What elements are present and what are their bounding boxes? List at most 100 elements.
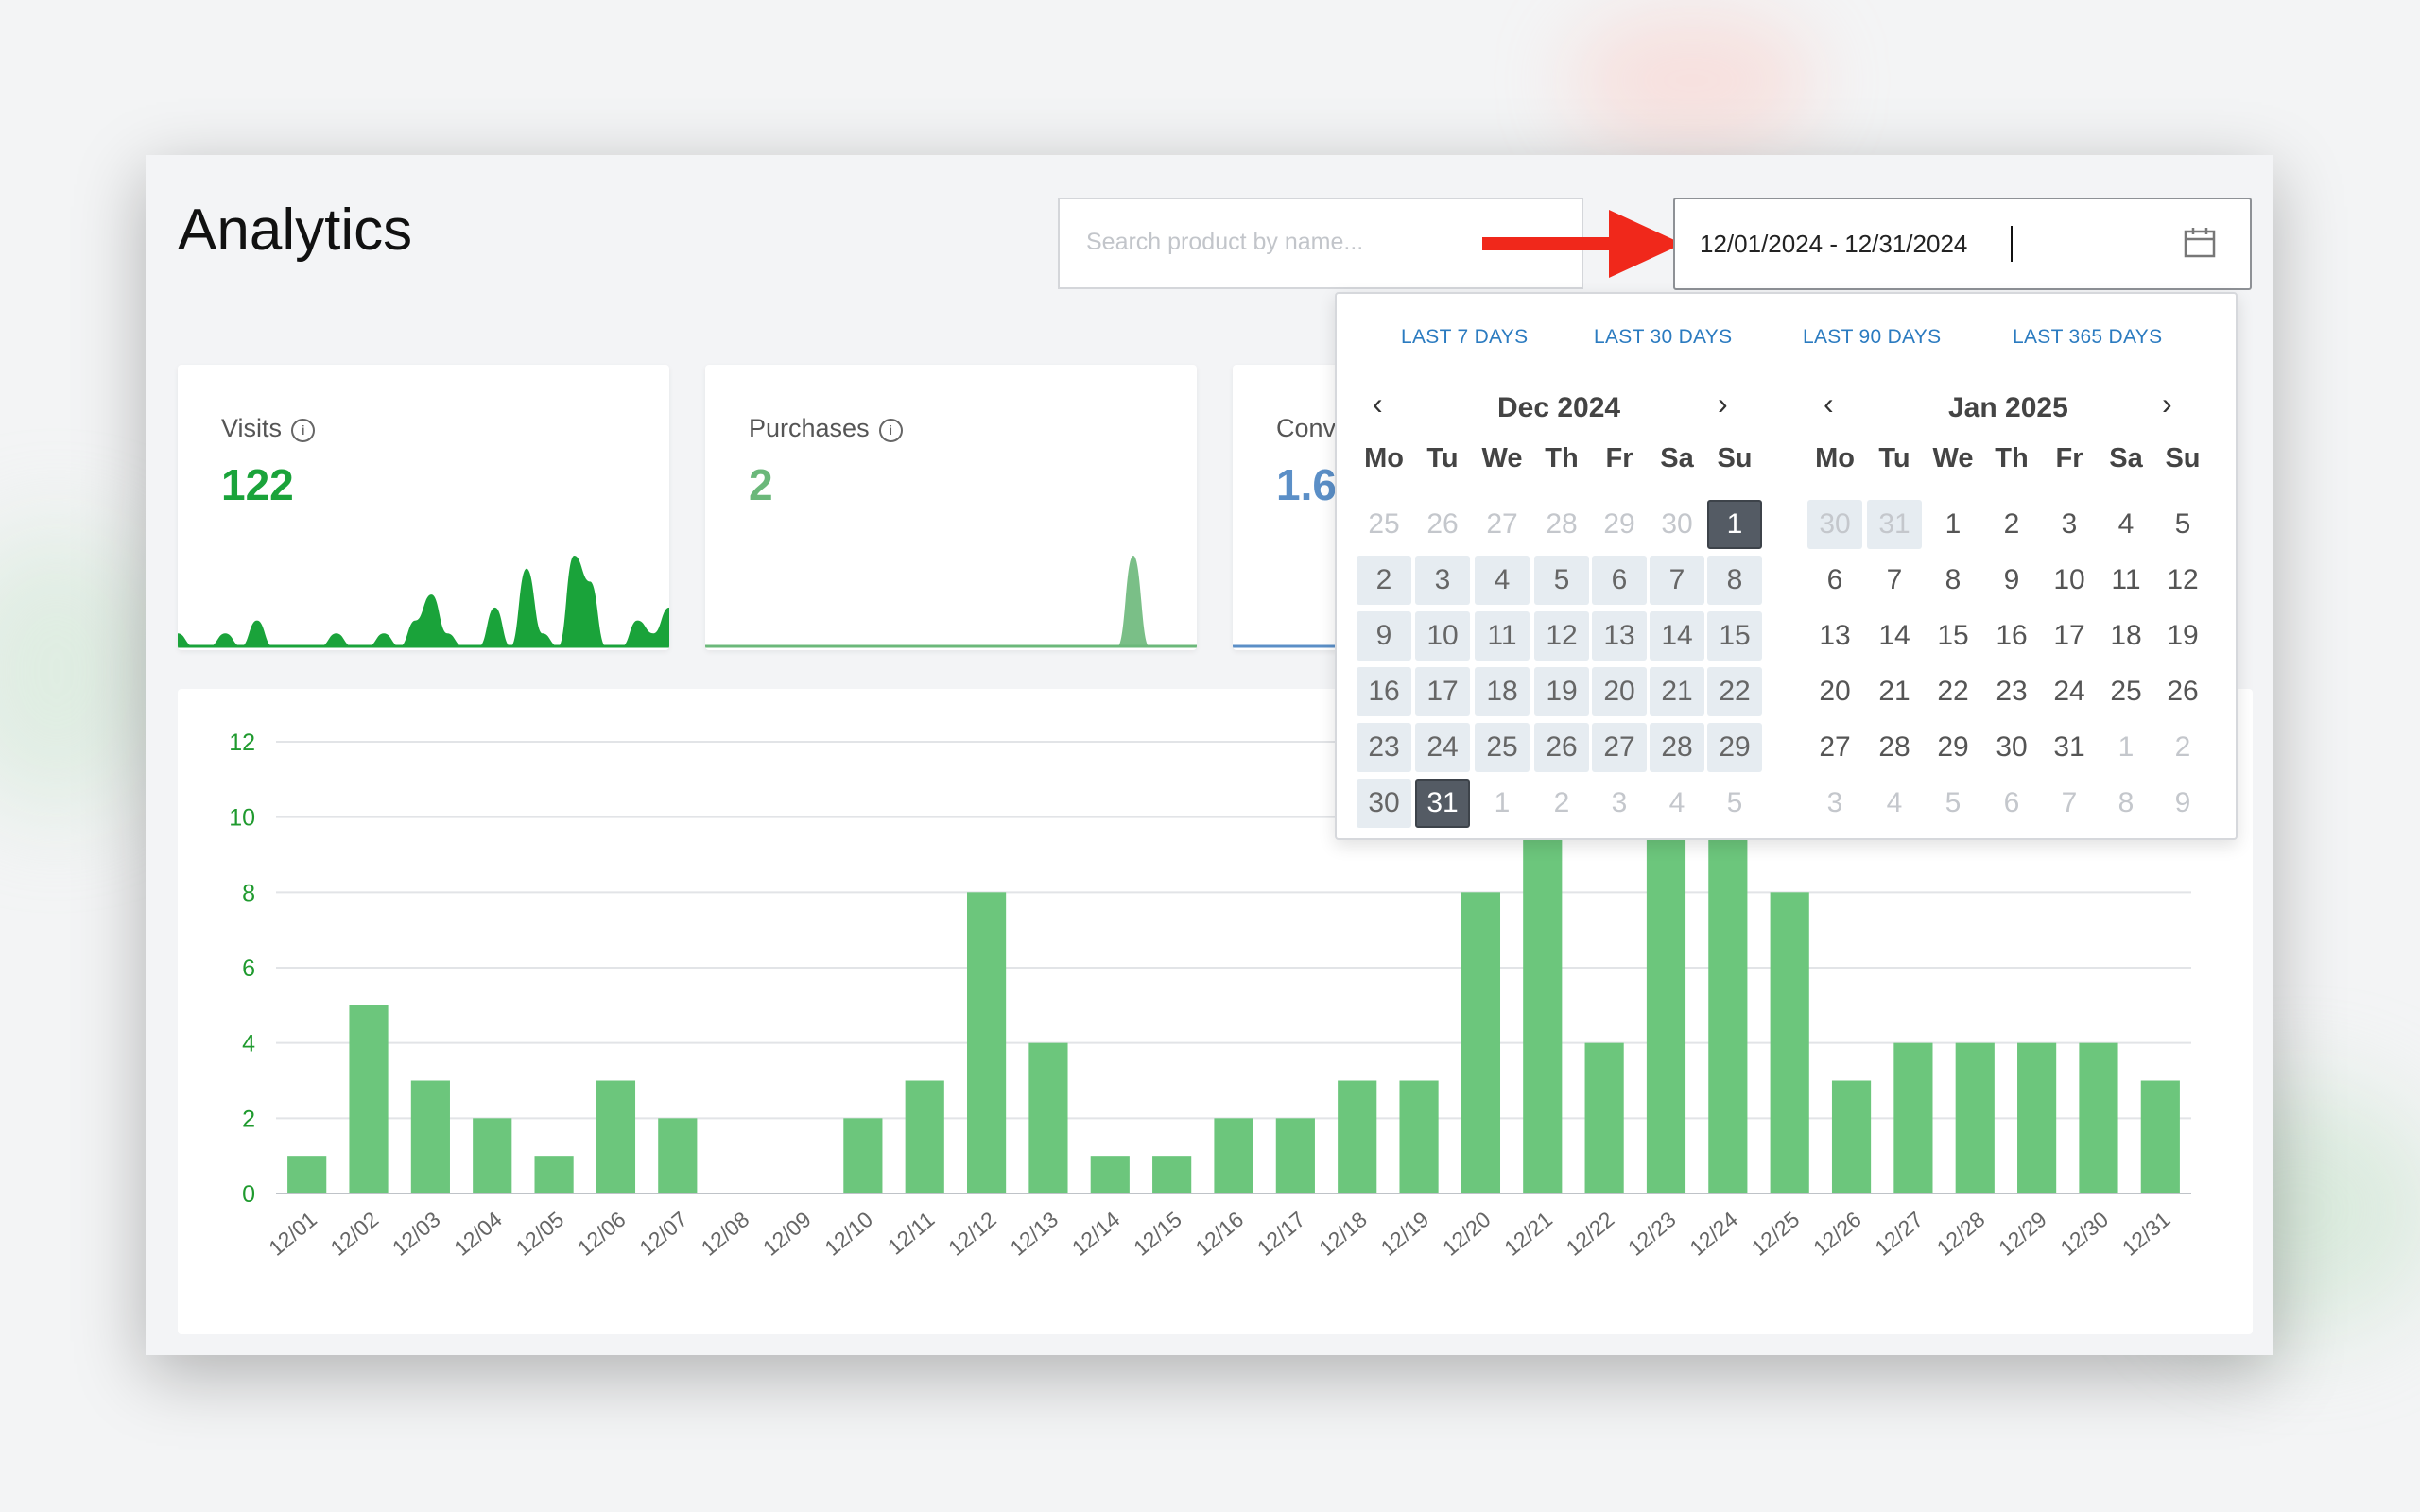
day-cell[interactable]: 22 <box>1926 667 1980 716</box>
bar-12/06[interactable] <box>596 1080 636 1194</box>
search-input[interactable] <box>1084 228 1485 257</box>
day-cell[interactable]: 27 <box>1807 723 1862 772</box>
day-cell[interactable]: 19 <box>1534 667 1589 716</box>
bar-12/12[interactable] <box>966 892 1007 1194</box>
day-cell[interactable]: 1 <box>2099 723 2153 772</box>
day-cell[interactable]: 7 <box>1650 556 1704 605</box>
day-cell[interactable]: 5 <box>1926 779 1980 828</box>
day-cell[interactable]: 4 <box>2099 500 2153 549</box>
day-cell[interactable]: 4 <box>1475 556 1530 605</box>
day-cell[interactable]: 4 <box>1867 779 1922 828</box>
day-cell[interactable]: 23 <box>1357 723 1411 772</box>
day-cell[interactable]: 28 <box>1867 723 1922 772</box>
day-cell[interactable]: 21 <box>1867 667 1922 716</box>
day-cell[interactable]: 10 <box>1415 611 1470 661</box>
day-cell[interactable]: 29 <box>1926 723 1980 772</box>
day-cell[interactable]: 26 <box>1534 723 1589 772</box>
day-cell[interactable]: 16 <box>1984 611 2039 661</box>
bar-12/19[interactable] <box>1399 1080 1439 1194</box>
chevron-left-icon[interactable]: ‹ <box>1373 388 1383 419</box>
day-cell[interactable]: 27 <box>1592 723 1647 772</box>
day-cell[interactable]: 8 <box>2099 779 2153 828</box>
day-cell[interactable]: 5 <box>1534 556 1589 605</box>
day-cell[interactable]: 9 <box>1357 611 1411 661</box>
preset-last-365-days[interactable]: LAST 365 DAYS <box>2013 326 2162 349</box>
bar-12/30[interactable] <box>2079 1042 2118 1194</box>
day-cell[interactable]: 7 <box>1867 556 1922 605</box>
day-cell[interactable]: 1 <box>1707 500 1762 549</box>
day-cell[interactable]: 30 <box>1650 500 1704 549</box>
day-cell[interactable]: 22 <box>1707 667 1762 716</box>
day-cell[interactable]: 27 <box>1475 500 1530 549</box>
day-cell[interactable]: 29 <box>1707 723 1762 772</box>
bar-12/23[interactable] <box>1646 779 1686 1194</box>
day-cell[interactable]: 5 <box>1707 779 1762 828</box>
day-cell[interactable]: 18 <box>2099 611 2153 661</box>
day-cell[interactable]: 19 <box>2155 611 2210 661</box>
day-cell[interactable]: 13 <box>1592 611 1647 661</box>
day-cell[interactable]: 17 <box>1415 667 1470 716</box>
day-cell[interactable]: 6 <box>1984 779 2039 828</box>
day-cell[interactable]: 28 <box>1650 723 1704 772</box>
day-cell[interactable]: 28 <box>1534 500 1589 549</box>
day-cell[interactable]: 14 <box>1867 611 1922 661</box>
day-cell[interactable]: 8 <box>1707 556 1762 605</box>
bar-12/01[interactable] <box>287 1156 327 1194</box>
day-cell[interactable]: 16 <box>1357 667 1411 716</box>
day-cell[interactable]: 2 <box>2155 723 2210 772</box>
date-range-input[interactable]: 12/01/2024 - 12/31/2024 <box>1673 198 2252 290</box>
purchases-card[interactable]: Purchases i 2 <box>705 365 1197 650</box>
day-cell[interactable]: 14 <box>1650 611 1704 661</box>
info-icon[interactable]: i <box>291 419 316 442</box>
day-cell[interactable]: 21 <box>1650 667 1704 716</box>
chevron-right-icon[interactable]: › <box>1718 388 1728 419</box>
day-cell[interactable]: 29 <box>1592 500 1647 549</box>
day-cell[interactable]: 1 <box>1475 779 1530 828</box>
bar-12/16[interactable] <box>1214 1118 1253 1194</box>
day-cell[interactable]: 3 <box>2042 500 2097 549</box>
day-cell[interactable]: 17 <box>2042 611 2097 661</box>
day-cell[interactable]: 30 <box>1357 779 1411 828</box>
day-cell[interactable]: 24 <box>2042 667 2097 716</box>
bar-12/02[interactable] <box>349 1005 389 1194</box>
day-cell[interactable]: 9 <box>1984 556 2039 605</box>
bar-12/05[interactable] <box>534 1156 574 1194</box>
day-cell[interactable]: 25 <box>1357 500 1411 549</box>
bar-12/17[interactable] <box>1275 1118 1315 1194</box>
day-cell[interactable]: 26 <box>1415 500 1470 549</box>
day-cell[interactable]: 3 <box>1592 779 1647 828</box>
day-cell[interactable]: 18 <box>1475 667 1530 716</box>
day-cell[interactable]: 3 <box>1415 556 1470 605</box>
day-cell[interactable]: 25 <box>2099 667 2153 716</box>
bar-12/14[interactable] <box>1090 1156 1130 1194</box>
day-cell[interactable]: 5 <box>2155 500 2210 549</box>
day-cell[interactable]: 30 <box>1984 723 2039 772</box>
bar-12/03[interactable] <box>410 1080 450 1194</box>
day-cell[interactable]: 15 <box>1926 611 1980 661</box>
day-cell[interactable]: 20 <box>1592 667 1647 716</box>
day-cell[interactable]: 2 <box>1984 500 2039 549</box>
preset-last-7-days[interactable]: LAST 7 DAYS <box>1401 326 1528 349</box>
day-cell[interactable]: 24 <box>1415 723 1470 772</box>
day-cell[interactable]: 26 <box>2155 667 2210 716</box>
bar-12/04[interactable] <box>473 1118 512 1194</box>
day-cell[interactable]: 15 <box>1707 611 1762 661</box>
day-cell[interactable]: 23 <box>1984 667 2039 716</box>
day-cell[interactable]: 20 <box>1807 667 1862 716</box>
calendar-icon[interactable] <box>2184 226 2216 258</box>
bar-12/22[interactable] <box>1584 1042 1624 1194</box>
info-icon[interactable]: i <box>878 419 903 442</box>
bar-12/31[interactable] <box>2140 1080 2180 1194</box>
preset-last-90-days[interactable]: LAST 90 DAYS <box>1803 326 1941 349</box>
bar-12/20[interactable] <box>1461 892 1501 1194</box>
bar-12/24[interactable] <box>1708 816 1748 1194</box>
chevron-left-icon[interactable]: ‹ <box>1824 388 1834 419</box>
visits-card[interactable]: Visits i 122 <box>178 365 669 650</box>
day-cell[interactable]: 10 <box>2042 556 2097 605</box>
day-cell[interactable]: 31 <box>2042 723 2097 772</box>
bar-12/28[interactable] <box>1955 1042 1995 1194</box>
bar-12/29[interactable] <box>2017 1042 2057 1194</box>
day-cell[interactable]: 11 <box>2099 556 2153 605</box>
day-cell[interactable]: 7 <box>2042 779 2097 828</box>
day-cell[interactable]: 11 <box>1475 611 1530 661</box>
